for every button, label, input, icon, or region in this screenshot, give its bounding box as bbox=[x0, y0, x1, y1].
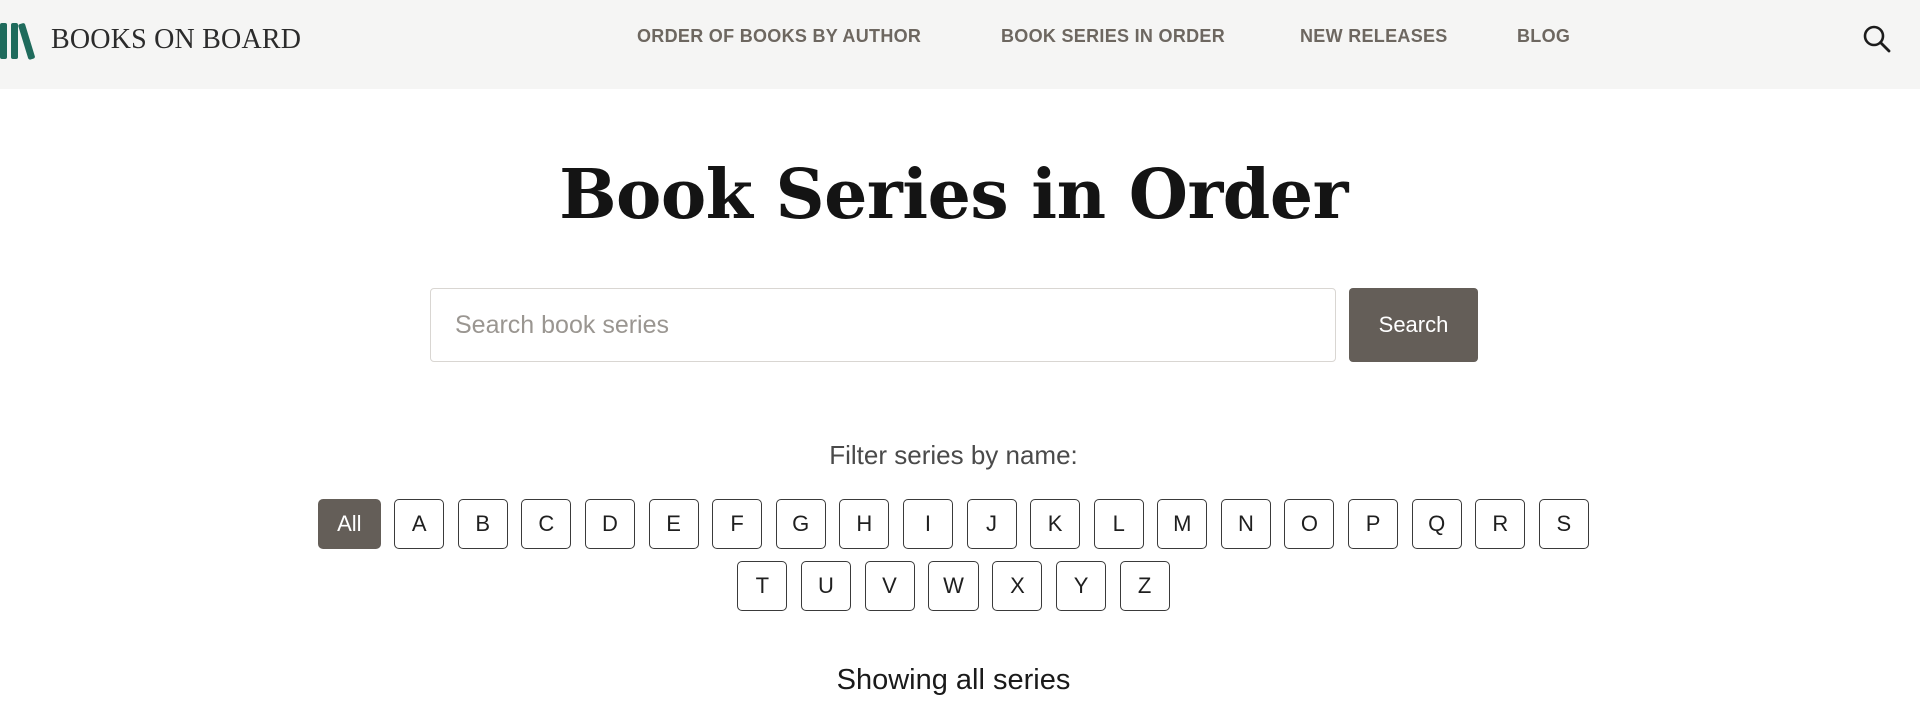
filter-letter-d-button[interactable]: D bbox=[584, 499, 635, 549]
filter-letter-t-button[interactable]: T bbox=[737, 561, 788, 611]
filter-letter-v-button[interactable]: V bbox=[864, 561, 915, 611]
books-icon bbox=[0, 23, 35, 60]
filter-letter-j-button[interactable]: J bbox=[966, 499, 1017, 549]
filter-letter-z-button[interactable]: Z bbox=[1119, 561, 1170, 611]
filter-letter-u-button[interactable]: U bbox=[800, 561, 851, 611]
filter-letter-r-button[interactable]: R bbox=[1475, 499, 1526, 549]
filter-letter-o-button[interactable]: O bbox=[1284, 499, 1335, 549]
brand-name: BOOKS ON BOARD bbox=[51, 24, 302, 55]
filter-all-button[interactable]: All bbox=[318, 499, 381, 549]
filter-letter-c-button[interactable]: C bbox=[521, 499, 572, 549]
filter-letter-i-button[interactable]: I bbox=[902, 499, 953, 549]
filter-label: Filter series by name: bbox=[829, 440, 1078, 470]
letter-filter-row-1: All A B C D E F G H I J K L M N O P Q R S bbox=[0, 499, 1907, 549]
nav-item-order-of-books-by-author[interactable]: ORDER OF BOOKS BY AUTHOR bbox=[637, 26, 921, 47]
filter-letter-e-button[interactable]: E bbox=[648, 499, 699, 549]
header-search-button[interactable] bbox=[1862, 24, 1892, 54]
filter-letter-p-button[interactable]: P bbox=[1348, 499, 1399, 549]
site-logo[interactable]: BOOKS ON BOARD bbox=[0, 20, 301, 60]
site-header: BOOKS ON BOARD ORDER OF BOOKS BY AUTHOR … bbox=[0, 0, 1920, 89]
results-status: Showing all series bbox=[836, 664, 1071, 696]
filter-letter-g-button[interactable]: G bbox=[775, 499, 826, 549]
filter-letter-f-button[interactable]: F bbox=[712, 499, 763, 549]
filter-letter-a-button[interactable]: A bbox=[394, 499, 445, 549]
filter-letter-n-button[interactable]: N bbox=[1220, 499, 1271, 549]
filter-letter-m-button[interactable]: M bbox=[1157, 499, 1208, 549]
series-search-input[interactable] bbox=[430, 288, 1336, 362]
filter-letter-y-button[interactable]: Y bbox=[1056, 561, 1107, 611]
filter-letter-l-button[interactable]: L bbox=[1093, 499, 1144, 549]
filter-letter-k-button[interactable]: K bbox=[1030, 499, 1081, 549]
nav-item-blog[interactable]: BLOG bbox=[1517, 26, 1570, 47]
filter-letter-b-button[interactable]: B bbox=[457, 499, 508, 549]
filter-letter-w-button[interactable]: W bbox=[928, 561, 979, 611]
filter-letter-h-button[interactable]: H bbox=[839, 499, 890, 549]
nav-item-book-series-in-order[interactable]: BOOK SERIES IN ORDER bbox=[1001, 26, 1225, 47]
search-icon bbox=[1863, 25, 1891, 53]
page-title: Book Series in Order bbox=[559, 155, 1348, 235]
filter-letter-q-button[interactable]: Q bbox=[1411, 499, 1462, 549]
search-button[interactable]: Search bbox=[1349, 288, 1478, 362]
filter-letter-s-button[interactable]: S bbox=[1538, 499, 1589, 549]
series-search-form: Search bbox=[430, 288, 1478, 362]
nav-item-new-releases[interactable]: NEW RELEASES bbox=[1300, 26, 1448, 47]
filter-letter-x-button[interactable]: X bbox=[992, 561, 1043, 611]
letter-filter-row-2: TUVWXYZ bbox=[0, 561, 1907, 611]
